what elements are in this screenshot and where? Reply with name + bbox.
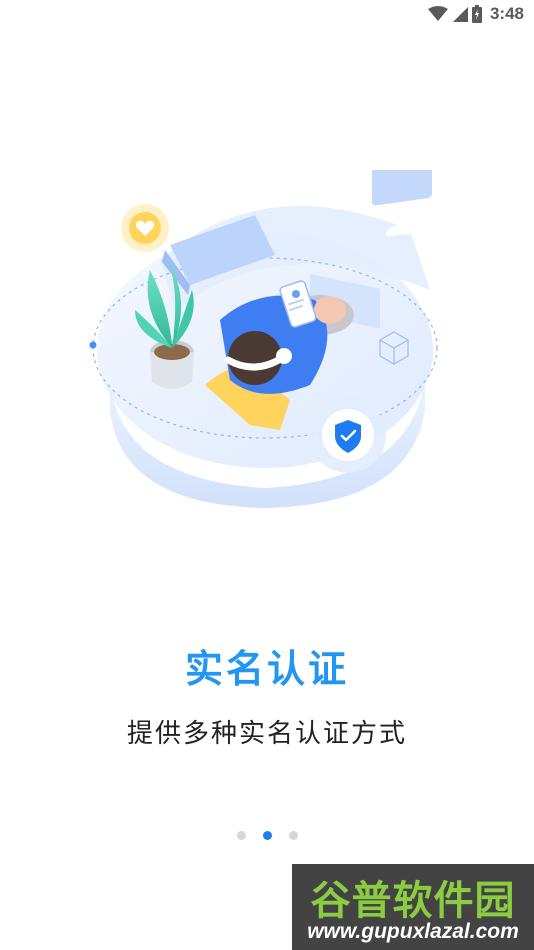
page-indicator bbox=[0, 831, 534, 840]
page-title: 实名认证 bbox=[184, 647, 349, 691]
site-watermark: 谷普软件园 www.gupuxlazal.com bbox=[292, 864, 534, 950]
watermark-logo-text: 谷普软件园 bbox=[310, 878, 516, 924]
head bbox=[228, 331, 282, 385]
battery-icon bbox=[471, 5, 482, 23]
identity-verification-illustration bbox=[89, 170, 438, 508]
status-icons: 3:48 bbox=[427, 3, 524, 25]
page-subtitle: 提供多种实名认证方式 bbox=[126, 719, 407, 749]
page-dot-3[interactable] bbox=[288, 831, 298, 840]
orbit-dot bbox=[89, 341, 97, 349]
onboarding-screen: 3:48 实名认证 提供多种实名认证方式 谷普软件园 www.gupuxlaza… bbox=[0, 0, 534, 950]
status-time: 3:48 bbox=[489, 4, 524, 23]
wifi-icon bbox=[427, 6, 448, 21]
watermark-url: www.gupuxlazal.com bbox=[307, 920, 519, 943]
page-dot-1[interactable] bbox=[236, 831, 246, 840]
page-dot-2-active[interactable] bbox=[262, 831, 272, 840]
status-bar: 3:48 bbox=[0, 0, 534, 28]
cell-signal-icon bbox=[452, 7, 468, 22]
